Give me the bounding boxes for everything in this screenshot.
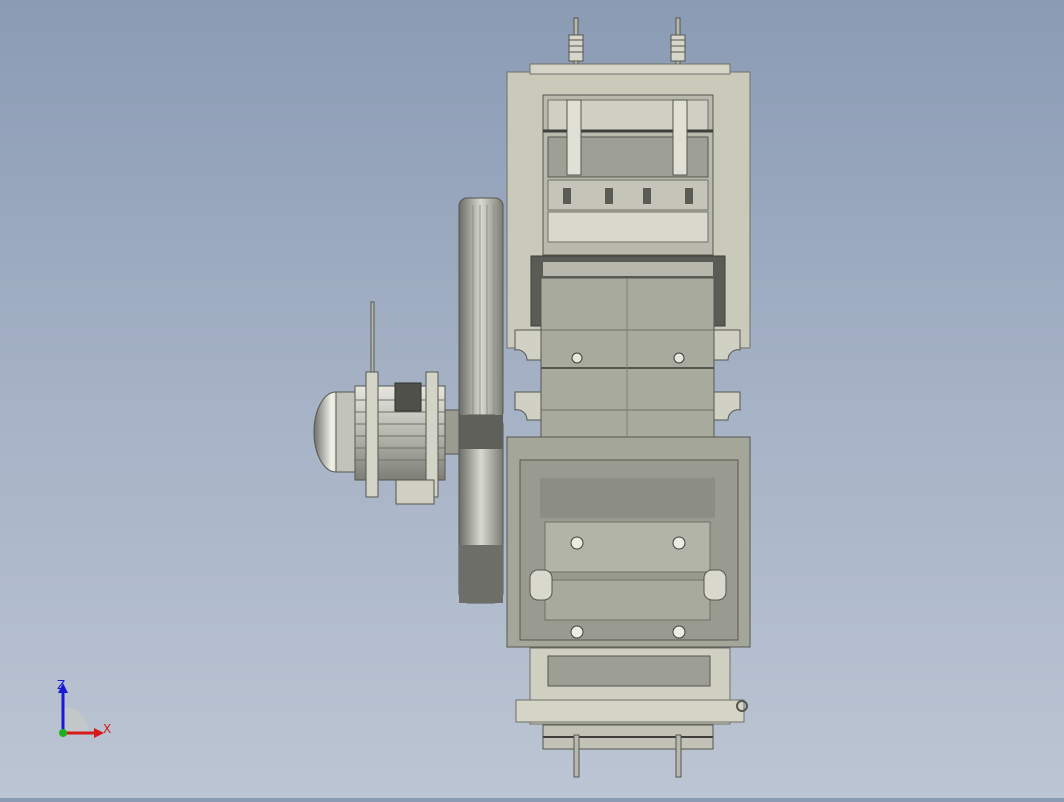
lower-frame [506,436,751,648]
cad-viewport[interactable] [0,0,1064,798]
triad-plane-icon [63,707,89,733]
z-axis-label: Z [57,678,66,692]
crusher-assembly-model[interactable] [0,0,1064,798]
y-axis-icon [59,729,67,737]
electric-motor [313,301,460,505]
top-adjust-screws [568,17,686,67]
bottom-tray [515,647,748,778]
x-axis-label: X [103,722,112,736]
belt-drive [458,197,504,604]
